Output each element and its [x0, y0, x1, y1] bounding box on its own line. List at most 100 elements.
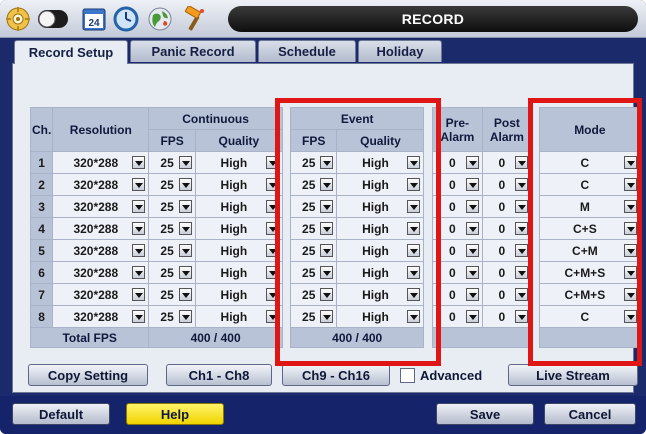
chevron-down-icon[interactable] — [178, 178, 192, 191]
pre-alarm-select[interactable]: 0 — [433, 152, 483, 173]
mode-cell[interactable]: C+M+S — [538, 261, 642, 284]
chevron-down-icon[interactable] — [320, 288, 334, 301]
chevron-down-icon[interactable] — [407, 222, 421, 235]
mode-cell[interactable]: C — [538, 305, 642, 328]
resolution-select[interactable]: 320*288 — [53, 196, 148, 217]
continuous-quality-select[interactable]: High — [196, 284, 282, 305]
chevron-down-icon[interactable] — [320, 244, 334, 257]
resolution-select[interactable]: 320*288 — [53, 240, 148, 261]
event-quality-select[interactable]: High — [337, 306, 423, 327]
tab-panic-record[interactable]: Panic Record — [130, 40, 256, 62]
ch9-ch16-button[interactable]: Ch9 - Ch16 — [282, 364, 390, 386]
chevron-down-icon[interactable] — [624, 266, 637, 279]
chevron-down-icon[interactable] — [265, 244, 279, 257]
event-quality-cell[interactable]: High — [336, 261, 425, 284]
resolution-cell[interactable]: 320*288 — [52, 283, 150, 306]
resolution-select[interactable]: 320*288 — [53, 174, 148, 195]
continuous-quality-cell[interactable]: High — [194, 261, 283, 284]
event-fps-cell[interactable]: 25 — [289, 261, 338, 284]
chevron-down-icon[interactable] — [178, 222, 192, 235]
post-alarm-select[interactable]: 0 — [483, 306, 531, 327]
chevron-down-icon[interactable] — [407, 178, 421, 191]
event-quality-cell[interactable]: High — [336, 283, 425, 306]
event-fps-select[interactable]: 25 — [291, 174, 337, 195]
chevron-down-icon[interactable] — [407, 310, 421, 323]
continuous-quality-cell[interactable]: High — [194, 217, 283, 240]
event-fps-cell[interactable]: 25 — [289, 173, 338, 196]
continuous-quality-cell[interactable]: High — [194, 195, 283, 218]
event-fps-cell[interactable]: 25 — [289, 195, 338, 218]
mode-cell[interactable]: C+M — [538, 239, 642, 262]
chevron-down-icon[interactable] — [466, 288, 480, 301]
chevron-down-icon[interactable] — [624, 288, 637, 301]
chevron-down-icon[interactable] — [514, 266, 528, 279]
continuous-fps-cell[interactable]: 25 — [148, 151, 196, 174]
resolution-cell[interactable]: 320*288 — [52, 217, 150, 240]
continuous-fps-select[interactable]: 25 — [149, 174, 195, 195]
chevron-down-icon[interactable] — [466, 222, 480, 235]
post-alarm-cell[interactable]: 0 — [482, 151, 532, 174]
pre-alarm-select[interactable]: 0 — [433, 218, 483, 239]
event-fps-cell[interactable]: 25 — [289, 283, 338, 306]
chevron-down-icon[interactable] — [132, 310, 146, 323]
continuous-fps-select[interactable]: 25 — [149, 152, 195, 173]
event-quality-cell[interactable]: High — [336, 305, 425, 328]
post-alarm-select[interactable]: 0 — [483, 174, 531, 195]
chevron-down-icon[interactable] — [178, 310, 192, 323]
continuous-quality-cell[interactable]: High — [194, 239, 283, 262]
post-alarm-cell[interactable]: 0 — [482, 261, 532, 284]
chevron-down-icon[interactable] — [320, 156, 334, 169]
chevron-down-icon[interactable] — [624, 200, 637, 213]
gear-icon[interactable] — [4, 5, 32, 33]
chevron-down-icon[interactable] — [514, 156, 528, 169]
event-quality-select[interactable]: High — [337, 240, 423, 261]
chevron-down-icon[interactable] — [466, 178, 480, 191]
mode-select[interactable]: C+M+S — [540, 284, 640, 305]
post-alarm-cell[interactable]: 0 — [482, 217, 532, 240]
mode-cell[interactable]: M — [538, 195, 642, 218]
chevron-down-icon[interactable] — [624, 244, 637, 257]
chevron-down-icon[interactable] — [265, 178, 279, 191]
chevron-down-icon[interactable] — [265, 288, 279, 301]
chevron-down-icon[interactable] — [514, 310, 528, 323]
continuous-quality-select[interactable]: High — [196, 174, 282, 195]
continuous-quality-select[interactable]: High — [196, 152, 282, 173]
resolution-select[interactable]: 320*288 — [53, 218, 148, 239]
calendar-icon[interactable]: 24 — [80, 5, 108, 33]
hammer-icon[interactable] — [180, 5, 208, 33]
cancel-button[interactable]: Cancel — [544, 403, 636, 425]
continuous-fps-cell[interactable]: 25 — [148, 239, 196, 262]
resolution-cell[interactable]: 320*288 — [52, 239, 150, 262]
post-alarm-cell[interactable]: 0 — [482, 173, 532, 196]
chevron-down-icon[interactable] — [514, 200, 528, 213]
mode-select[interactable]: C+S — [540, 218, 640, 239]
mode-cell[interactable]: C+S — [538, 217, 642, 240]
continuous-fps-select[interactable]: 25 — [149, 240, 195, 261]
chevron-down-icon[interactable] — [466, 310, 480, 323]
pre-alarm-cell[interactable]: 0 — [431, 283, 484, 306]
post-alarm-select[interactable]: 0 — [483, 284, 531, 305]
post-alarm-cell[interactable]: 0 — [482, 195, 532, 218]
continuous-quality-select[interactable]: High — [196, 218, 282, 239]
resolution-cell[interactable]: 320*288 — [52, 195, 150, 218]
pre-alarm-cell[interactable]: 0 — [431, 151, 484, 174]
tab-schedule[interactable]: Schedule — [258, 40, 356, 62]
continuous-fps-cell[interactable]: 25 — [148, 261, 196, 284]
event-quality-cell[interactable]: High — [336, 195, 425, 218]
mode-select[interactable]: C+M+S — [540, 262, 640, 283]
event-quality-cell[interactable]: High — [336, 217, 425, 240]
continuous-fps-select[interactable]: 25 — [149, 218, 195, 239]
chevron-down-icon[interactable] — [265, 310, 279, 323]
event-quality-select[interactable]: High — [337, 284, 423, 305]
chevron-down-icon[interactable] — [265, 266, 279, 279]
event-quality-cell[interactable]: High — [336, 173, 425, 196]
advanced-checkbox[interactable] — [400, 367, 415, 383]
chevron-down-icon[interactable] — [320, 222, 334, 235]
continuous-fps-select[interactable]: 25 — [149, 196, 195, 217]
post-alarm-cell[interactable]: 0 — [482, 239, 532, 262]
pre-alarm-cell[interactable]: 0 — [431, 195, 484, 218]
pre-alarm-cell[interactable]: 0 — [431, 305, 484, 328]
mode-select[interactable]: C — [540, 306, 640, 327]
pre-alarm-select[interactable]: 0 — [433, 306, 483, 327]
event-fps-select[interactable]: 25 — [291, 152, 337, 173]
